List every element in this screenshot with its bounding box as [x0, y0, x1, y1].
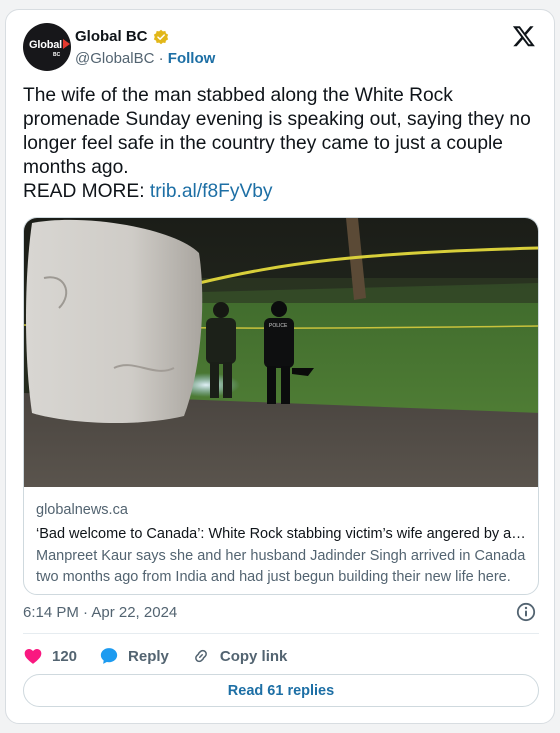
- heart-icon: [24, 649, 42, 664]
- reply-button[interactable]: Reply: [99, 646, 169, 666]
- action-bar: 120 Reply Copy link: [23, 644, 309, 668]
- read-more-prefix: READ MORE:: [23, 181, 150, 202]
- tweet-link[interactable]: trib.al/f8FyVby: [150, 181, 273, 202]
- handle-separator: ·: [158, 50, 164, 67]
- tweet-text: The wife of the man stabbed along the Wh…: [23, 85, 531, 178]
- link-description: Manpreet Kaur says she and her husband J…: [36, 548, 526, 585]
- account-name[interactable]: Global BC: [75, 28, 148, 45]
- like-count: 120: [52, 647, 78, 665]
- avatar-logo-text: Global: [29, 39, 63, 51]
- link-preview-image[interactable]: POLICE: [24, 218, 539, 487]
- reply-bubble-icon: [100, 648, 118, 664]
- link-headline[interactable]: ‘Bad welcome to Canada’: White Rock stab…: [36, 526, 528, 542]
- like-button[interactable]: 120: [23, 646, 77, 666]
- link-domain: globalnews.ca: [36, 502, 128, 518]
- follow-button[interactable]: Follow: [168, 50, 216, 67]
- tweet-body: The wife of the man stabbed along the Wh…: [23, 84, 538, 204]
- avatar-logo-subtext: BC: [53, 52, 61, 58]
- copy-link-button[interactable]: Copy link: [191, 646, 288, 666]
- link-icon: [194, 649, 207, 663]
- tweet-timestamp[interactable]: 6:14 PM · Apr 22, 2024: [23, 604, 177, 621]
- police-vest-text: POLICE: [269, 323, 288, 329]
- read-more-line: READ MORE: trib.al/f8FyVby: [23, 180, 538, 204]
- reply-label: Reply: [128, 647, 169, 665]
- account-handle-row: @GlobalBC · Follow: [75, 50, 215, 67]
- link-preview-meta: globalnews.ca ‘Bad welcome to Canada’: W…: [36, 502, 528, 588]
- copy-link-label: Copy link: [219, 647, 288, 665]
- account-avatar[interactable]: Global BC: [23, 23, 71, 71]
- verified-badge-icon: [153, 29, 168, 44]
- avatar-logo-mark: [63, 39, 70, 49]
- tweet-embed-card: Global BC Global BC @GlobalBC · Follow T…: [5, 9, 555, 724]
- divider: [23, 633, 539, 634]
- info-icon[interactable]: [516, 602, 536, 622]
- read-replies-button[interactable]: Read 61 replies: [23, 674, 539, 707]
- x-logo-icon[interactable]: [512, 24, 536, 48]
- link-preview-card[interactable]: POLICE globalnews.ca ‘Bad welcome to Can…: [23, 217, 539, 595]
- account-handle[interactable]: @GlobalBC: [75, 50, 154, 67]
- account-name-row: Global BC: [75, 28, 169, 45]
